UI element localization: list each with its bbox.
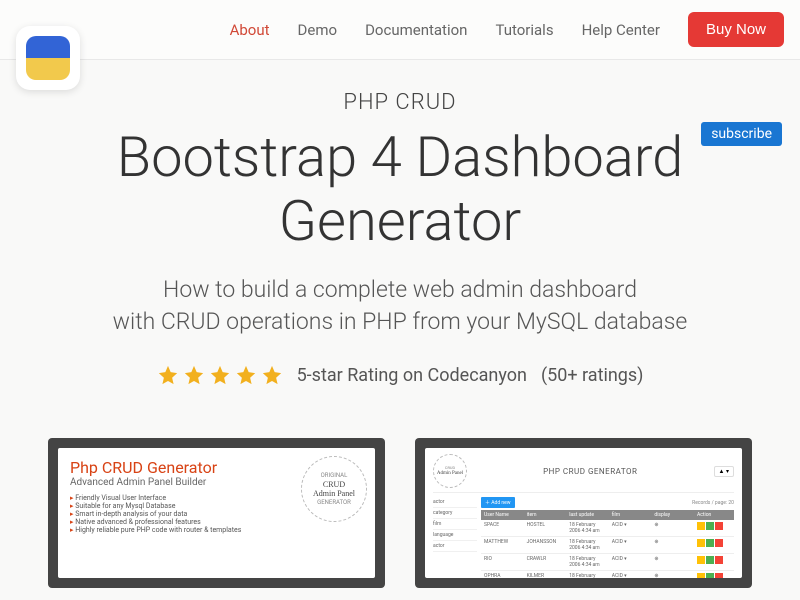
page-title: Bootstrap 4 Dashboard Generator bbox=[40, 125, 760, 254]
star-icon bbox=[261, 364, 283, 386]
logo-badge[interactable] bbox=[16, 26, 80, 90]
star-icon bbox=[209, 364, 231, 386]
add-new-button: ＋ Add new bbox=[481, 497, 515, 508]
card2-table: ＋ Add new Records / page: 20 User Nameit… bbox=[481, 497, 734, 578]
user-menu-icon: ▲ ▾ bbox=[714, 466, 734, 477]
stars bbox=[157, 364, 283, 386]
rating-text: 5-star Rating on Codecanyon bbox=[297, 365, 527, 386]
nav-demo[interactable]: Demo bbox=[298, 21, 338, 39]
table-row: MATTHEWJOHANSSON18 February 2006 4:34 am… bbox=[481, 537, 734, 554]
nav-documentation[interactable]: Documentation bbox=[365, 21, 467, 39]
table-row: SPACEHOSTEL18 February 2006 4:34 amACID … bbox=[481, 520, 734, 537]
star-icon bbox=[235, 364, 257, 386]
cards-row: Php CRUD Generator Advanced Admin Panel … bbox=[0, 406, 800, 588]
buy-now-button[interactable]: Buy Now bbox=[688, 12, 784, 47]
nav-tutorials[interactable]: Tutorials bbox=[495, 21, 553, 39]
subtitle: How to build a complete web admin dashbo… bbox=[40, 274, 760, 338]
kicker: PHP CRUD bbox=[40, 90, 760, 115]
feature-card-2[interactable]: CRUDAdmin Panel PHP CRUD GENERATOR ▲ ▾ a… bbox=[415, 438, 752, 588]
star-icon bbox=[157, 364, 179, 386]
card2-logo-icon: CRUDAdmin Panel bbox=[433, 454, 467, 488]
card2-sidebar: actor category film language actor bbox=[433, 497, 477, 578]
hero: PHP CRUD Bootstrap 4 Dashboard Generator… bbox=[0, 60, 800, 406]
rating-row: 5-star Rating on Codecanyon (50+ ratings… bbox=[40, 364, 760, 386]
nav-about[interactable]: About bbox=[230, 21, 270, 39]
nav-help-center[interactable]: Help Center bbox=[582, 21, 660, 39]
table-row: OPHRAKILMER18 February 2006 4:34 amACID … bbox=[481, 571, 734, 578]
flag-icon bbox=[26, 36, 70, 80]
table-row: RIOCRAWLR18 February 2006 4:34 amACID ▾⊕ bbox=[481, 554, 734, 571]
stamp-icon: ORIGINAL CRUD Admin Panel GENERATOR bbox=[301, 456, 367, 522]
star-icon bbox=[183, 364, 205, 386]
subscribe-button[interactable]: subscribe bbox=[701, 122, 782, 146]
navbar: About Demo Documentation Tutorials Help … bbox=[0, 0, 800, 60]
card2-title: PHP CRUD GENERATOR bbox=[543, 467, 637, 476]
rating-count: (50+ ratings) bbox=[541, 365, 643, 386]
feature-card-1[interactable]: Php CRUD Generator Advanced Admin Panel … bbox=[48, 438, 385, 588]
